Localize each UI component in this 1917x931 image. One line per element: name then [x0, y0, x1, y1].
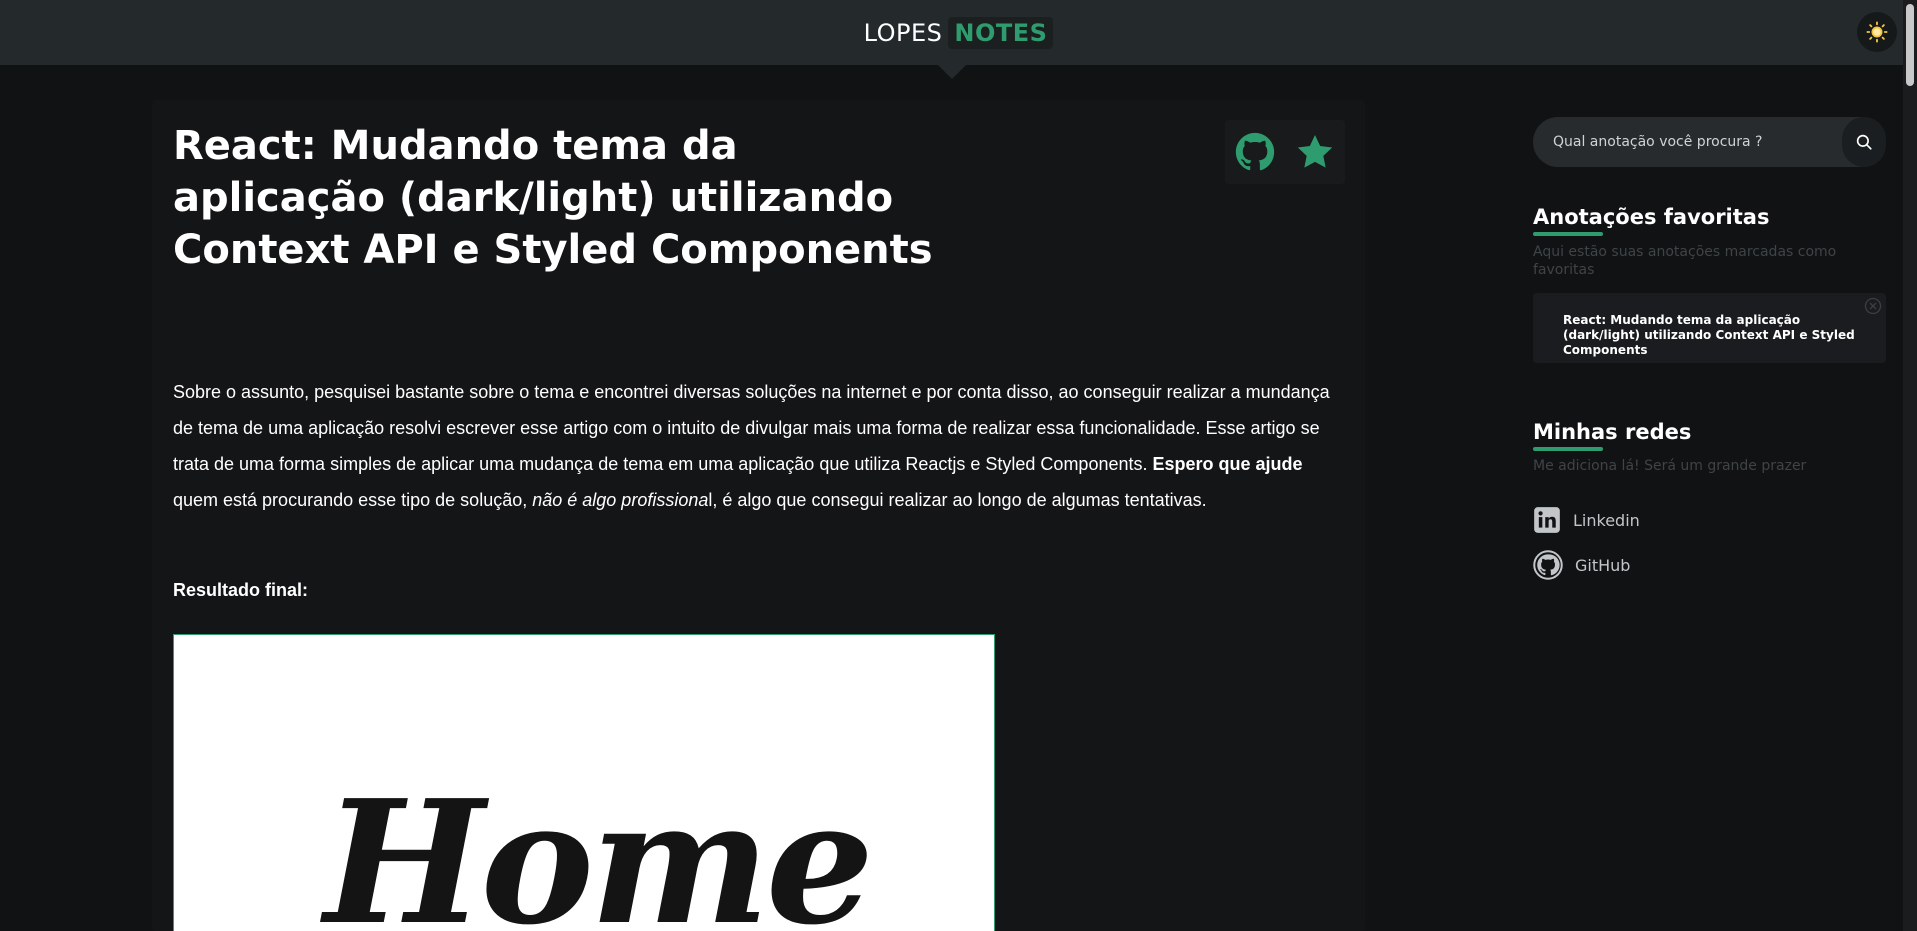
github-icon	[1533, 550, 1563, 580]
favorite-star-button[interactable]	[1293, 130, 1337, 174]
favorite-note-title: React: Mudando tema da aplicação (dark/l…	[1563, 313, 1855, 357]
github-label: GitHub	[1575, 555, 1631, 575]
header-pointer-arrow	[938, 65, 966, 79]
github-link[interactable]: GitHub	[1533, 550, 1630, 580]
result-subheading: Resultado final:	[173, 580, 309, 600]
paragraph-text: l, é algo que consegui realizar ao longo…	[708, 490, 1207, 510]
logo-text-notes: NOTES	[948, 16, 1054, 49]
github-icon	[1235, 132, 1275, 171]
search-icon	[1856, 134, 1872, 150]
paragraph-italic-text: não é algo profissiona	[532, 490, 709, 510]
star-icon	[1297, 135, 1333, 168]
search-input[interactable]	[1553, 117, 1833, 167]
paragraph-text: quem está procurando esse tipo de soluçã…	[173, 490, 533, 510]
favorites-subtitle: Aqui estão suas anotações marcadas como …	[1533, 244, 1837, 278]
sun-icon	[1866, 21, 1888, 43]
linkedin-icon	[1534, 507, 1560, 533]
article-title: React: Mudando tema da aplicação (dark/l…	[173, 123, 933, 273]
site-logo[interactable]: LOPES NOTES	[863, 16, 1054, 49]
preview-home-text: Home	[324, 763, 874, 931]
logo-text-lopes: LOPES	[863, 18, 943, 47]
result-preview-image: Home	[173, 634, 995, 931]
linkedin-link[interactable]: Linkedin	[1533, 505, 1640, 535]
theme-toggle-button[interactable]	[1857, 12, 1897, 52]
favorites-heading: Anotações favoritas	[1533, 205, 1770, 229]
page-scrollbar[interactable]	[1903, 0, 1917, 931]
linkedin-label: Linkedin	[1573, 510, 1640, 530]
networks-heading-underline	[1533, 447, 1603, 451]
article-card: React: Mudando tema da aplicação (dark/l…	[152, 100, 1365, 931]
top-header: LOPES NOTES	[0, 0, 1917, 65]
search-bar	[1533, 117, 1886, 167]
favorites-heading-underline	[1533, 232, 1603, 236]
paragraph-bold-text: Espero que ajude	[1152, 454, 1303, 474]
remove-favorite-button[interactable]	[1864, 297, 1882, 315]
article-actions	[1225, 120, 1345, 184]
networks-subtitle: Me adiciona lá! Será um grande prazer	[1533, 458, 1807, 474]
search-button[interactable]	[1842, 117, 1886, 167]
favorite-note-card[interactable]: React: Mudando tema da aplicação (dark/l…	[1533, 293, 1886, 363]
article-paragraph: Sobre o assunto, pesquisei bastante sobr…	[173, 374, 1348, 518]
scrollbar-thumb[interactable]	[1906, 4, 1914, 86]
networks-heading: Minhas redes	[1533, 420, 1692, 444]
github-link-button[interactable]	[1233, 130, 1277, 174]
close-circle-icon	[1864, 297, 1882, 315]
